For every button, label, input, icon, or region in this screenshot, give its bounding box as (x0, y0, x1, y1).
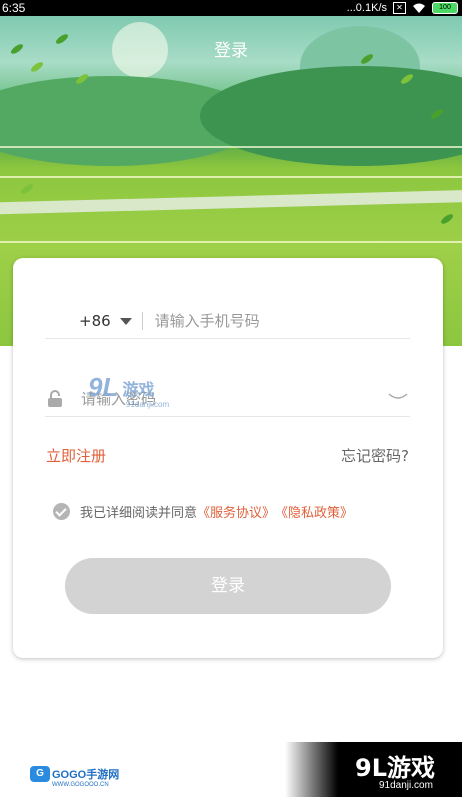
field-line (0, 241, 462, 243)
road-decoration (0, 189, 462, 215)
hill-decoration (200, 66, 462, 166)
forgot-password-link[interactable]: 忘记密码? (341, 445, 409, 466)
leaf-decoration (439, 212, 455, 226)
country-code-selector[interactable]: +86 (79, 312, 111, 330)
agreement-row: 我已详细阅读并同意 《服务协议》 《隐私政策》 (53, 502, 353, 521)
network-speed: ...0.1K/s (346, 2, 387, 14)
status-bar: 6:35 ...0.1K/s ✕ 100 (0, 0, 462, 16)
watermark-domain: 91danji.com (126, 400, 170, 409)
sim-icon: ✕ (393, 2, 406, 14)
watermark-logo: 9L 游戏 (88, 372, 154, 403)
leaf-decoration (19, 182, 35, 196)
brand-watermark-text: 9L游戏 (355, 754, 435, 782)
page-title: 登录 (214, 41, 248, 61)
gogo-logo-icon: G (30, 766, 50, 782)
agreement-text: 我已详细阅读并同意 (80, 506, 198, 521)
battery-icon: 100 (432, 2, 458, 14)
lock-icon (48, 390, 62, 407)
login-button[interactable]: 登录 (65, 558, 391, 614)
phone-input[interactable] (152, 311, 397, 331)
field-line (0, 146, 462, 148)
check-circle-icon[interactable] (53, 503, 70, 520)
status-right: ...0.1K/s ✕ 100 (347, 0, 458, 16)
brand-watermark: 9L游戏 91danji.com (285, 742, 462, 797)
phone-field-row: +86 (45, 304, 410, 339)
watermark-logo-text: 游戏 (122, 379, 155, 399)
login-card: +86 立即注册 忘记密码? 我已详细阅读并同意 《服务协议》 《隐私政策》 登… (13, 258, 443, 658)
watermark-logo-mark: 9L (88, 372, 119, 402)
gogo-logo-text: GOGO手游网 (52, 769, 120, 781)
field-line (0, 176, 462, 178)
dropdown-caret-icon[interactable] (119, 317, 132, 325)
status-time: 6:35 (2, 1, 26, 15)
eye-closed-icon[interactable] (388, 392, 408, 402)
register-link[interactable]: 立即注册 (46, 445, 106, 466)
wifi-icon (413, 3, 425, 13)
privacy-policy-link[interactable]: 《隐私政策》 (275, 502, 353, 521)
field-divider (141, 312, 143, 330)
leaf-decoration (29, 60, 45, 74)
brand-watermark-domain: 91danji.com (379, 780, 433, 791)
gogo-domain: WWW.GOGOOO.CN (52, 782, 109, 788)
gogo-watermark: G GOGO手游网 (30, 766, 119, 782)
service-agreement-link[interactable]: 《服务协议》 (197, 502, 275, 521)
